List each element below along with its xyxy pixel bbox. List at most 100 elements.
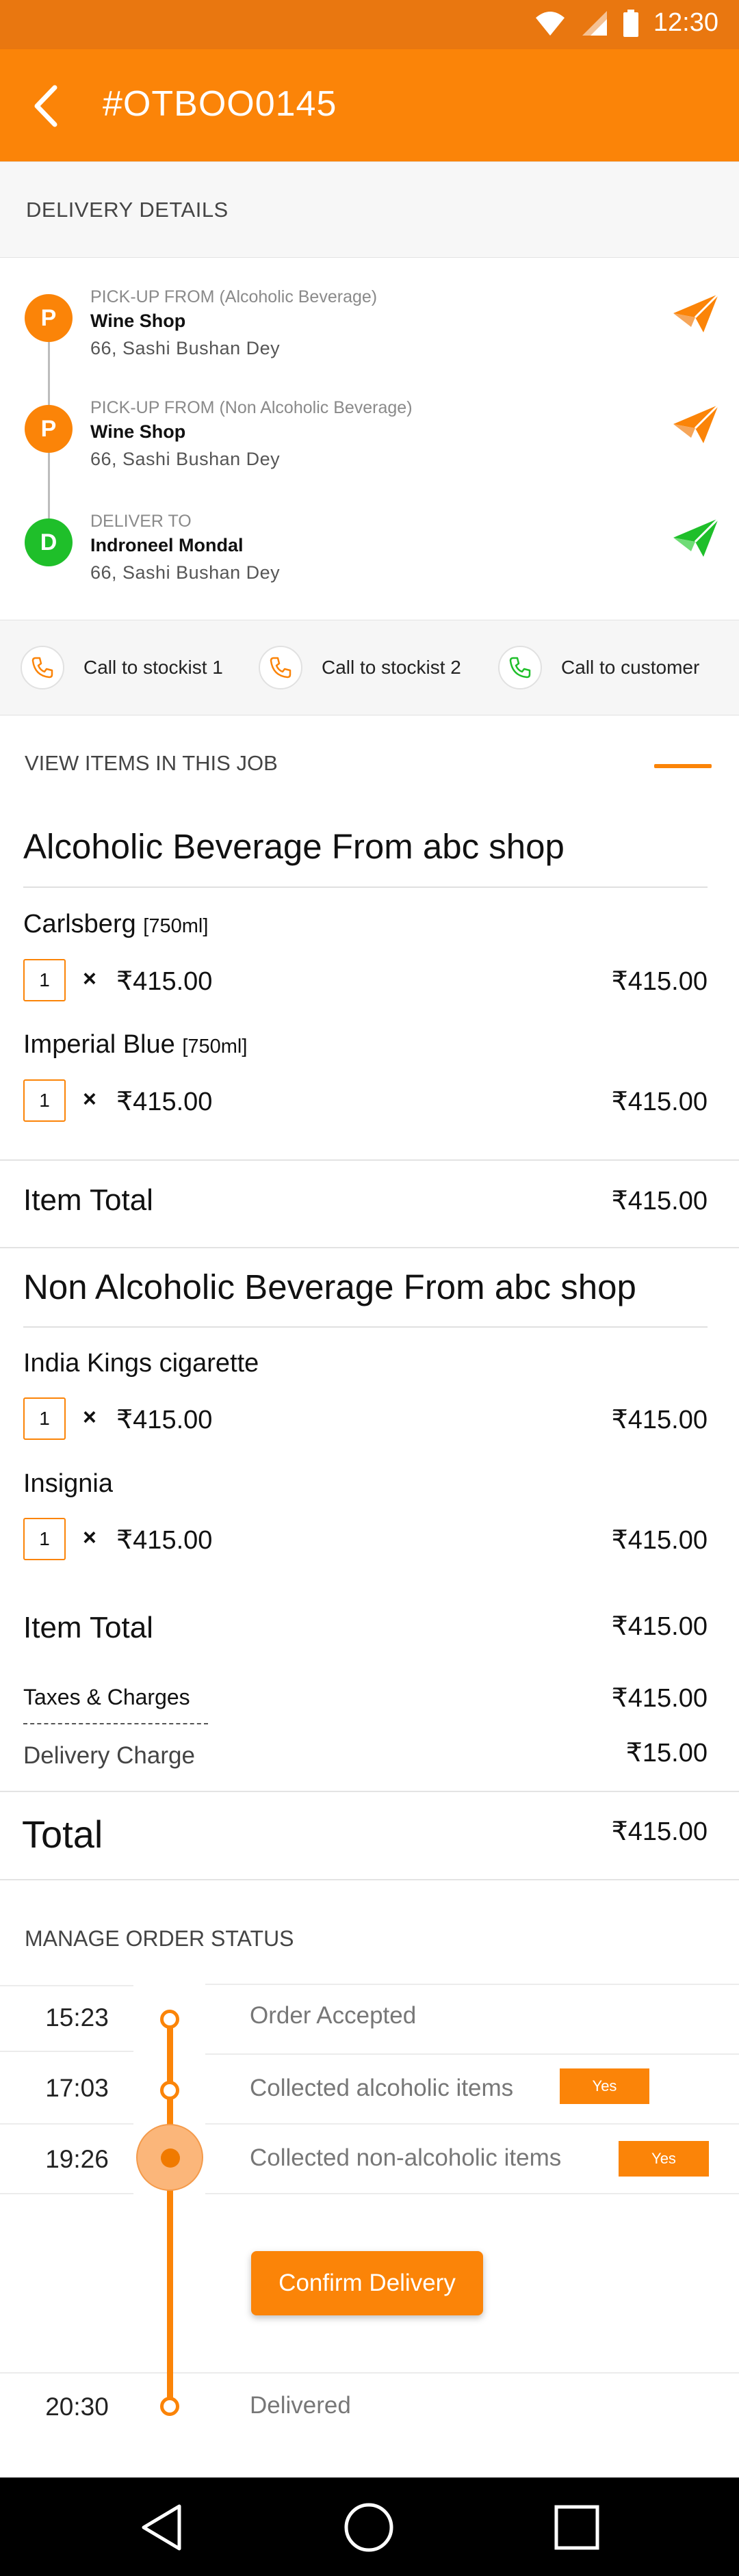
quantity-box[interactable]: 1	[23, 1518, 66, 1560]
call-customer-button[interactable]: Call to customer	[498, 645, 699, 690]
step-label: Delivered	[250, 2392, 351, 2419]
delivery-charge-value: ₹15.00	[625, 1739, 708, 1767]
item-total-label: Item Total	[23, 1183, 153, 1217]
group-title: Alcoholic Beverage From abc shop	[23, 827, 565, 866]
recents-square-icon[interactable]	[554, 2505, 599, 2550]
call-label: Call to stockist 2	[322, 657, 461, 678]
item-name: Insignia	[23, 1469, 113, 1498]
divider	[0, 1247, 739, 1248]
row-divider	[205, 1984, 739, 1985]
phone-icon	[498, 646, 542, 689]
multiply-icon: ×	[83, 1525, 96, 1551]
row-divider	[0, 2051, 133, 2052]
navigate-icon[interactable]	[672, 293, 720, 334]
line-amount: ₹415.00	[611, 1088, 708, 1116]
row-divider	[205, 2193, 739, 2194]
divider	[0, 1159, 739, 1161]
line-amount: ₹415.00	[611, 967, 708, 996]
back-triangle-icon[interactable]	[140, 2503, 183, 2551]
pickup-badge: P	[25, 405, 73, 453]
delivery-details-header: DELIVERY DETAILS	[0, 161, 739, 258]
item-total-value: ₹415.00	[611, 1187, 708, 1215]
timeline-spine	[167, 2019, 173, 2409]
divider	[0, 1879, 739, 1880]
line-amount: ₹415.00	[611, 1526, 708, 1555]
unit-price: ₹415.00	[116, 967, 213, 996]
stop-address: 66, Sashi Bushan Dey	[90, 338, 281, 358]
step-label: Collected non-alcoholic items	[250, 2144, 562, 2171]
stop-name: Wine Shop	[90, 311, 186, 331]
call-bar: Call to stockist 1 Call to stockist 2 Ca…	[0, 620, 739, 715]
navigate-icon[interactable]	[672, 517, 720, 558]
multiply-icon: ×	[83, 1086, 96, 1112]
stop-name: Indroneel Mondal	[90, 535, 244, 555]
grand-total-value: ₹415.00	[611, 1817, 708, 1846]
row-divider	[0, 2372, 739, 2374]
item-total-label: Item Total	[23, 1611, 153, 1644]
collapse-toggle[interactable]	[654, 764, 712, 768]
row-divider	[0, 2193, 133, 2194]
divider	[23, 886, 708, 888]
quantity-box[interactable]: 1	[23, 1079, 66, 1122]
delivery-charge-label: Delivery Charge	[23, 1742, 195, 1769]
item-name: India Kings cigarette	[23, 1349, 259, 1378]
back-arrow-icon[interactable]	[27, 82, 68, 130]
quantity-box[interactable]: 1	[23, 959, 66, 1001]
item-size: [750ml]	[143, 915, 209, 937]
app-bar: #OTBOO0145	[0, 49, 739, 161]
navigate-icon[interactable]	[672, 404, 720, 445]
dashed-divider	[23, 1723, 208, 1724]
confirm-delivery-button[interactable]: Confirm Delivery	[251, 2251, 483, 2315]
stop-kind: PICK-UP FROM (Alcoholic Beverage)	[90, 287, 378, 306]
status-bar: 12:30	[0, 0, 739, 49]
yes-button[interactable]: Yes	[619, 2141, 709, 2177]
navigation-bar	[0, 2478, 739, 2576]
divider	[23, 1326, 708, 1328]
wifi-icon	[535, 11, 565, 36]
row-divider	[205, 2053, 739, 2055]
step-label: Order Accepted	[250, 2002, 417, 2029]
clock: 12:30	[653, 8, 718, 37]
step-time: 15:23	[45, 2003, 109, 2032]
unit-price: ₹415.00	[116, 1088, 213, 1116]
order-id-title: #OTBOO0145	[103, 84, 337, 124]
stop-address: 66, Sashi Bushan Dey	[90, 562, 281, 583]
line-amount: ₹415.00	[611, 1406, 708, 1434]
multiply-icon: ×	[83, 1404, 96, 1430]
signal-icon	[582, 10, 607, 36]
stop-address: 66, Sashi Bushan Dey	[90, 449, 281, 469]
call-label: Call to customer	[561, 657, 700, 678]
home-circle-icon[interactable]	[343, 2502, 394, 2553]
stop-name: Wine Shop	[90, 421, 186, 442]
delivery-details-heading: DELIVERY DETAILS	[26, 198, 229, 222]
unit-price: ₹415.00	[116, 1406, 213, 1434]
item-total-value: ₹415.00	[611, 1612, 708, 1641]
item-name: Carlsberg [750ml]	[23, 910, 209, 938]
timeline-dot	[160, 2081, 179, 2100]
pickup-stop-alcoholic: P PICK-UP FROM (Alcoholic Beverage) Wine…	[0, 274, 739, 376]
quantity-box[interactable]: 1	[23, 1397, 66, 1440]
unit-price: ₹415.00	[116, 1526, 213, 1555]
timeline-dot	[160, 2397, 179, 2416]
step-time: 17:03	[45, 2074, 109, 2102]
manage-order-heading: MANAGE ORDER STATUS	[25, 1926, 294, 1951]
timeline-dot	[160, 2010, 179, 2029]
call-stockist-1-button[interactable]: Call to stockist 1	[21, 645, 223, 690]
grand-total-label: Total	[22, 1813, 103, 1856]
divider	[0, 1791, 739, 1792]
pickup-badge: P	[25, 294, 73, 342]
item-size: [750ml]	[182, 1036, 248, 1057]
step-label: Collected alcoholic items	[250, 2075, 514, 2101]
taxes-value: ₹415.00	[611, 1684, 708, 1713]
view-items-heading: VIEW ITEMS IN THIS JOB	[25, 751, 278, 775]
multiply-icon: ×	[83, 966, 96, 992]
item-name: Imperial Blue [750ml]	[23, 1030, 248, 1059]
stop-kind: PICK-UP FROM (Non Alcoholic Beverage)	[90, 398, 413, 417]
phone-icon	[259, 646, 302, 689]
yes-button[interactable]: Yes	[560, 2068, 649, 2104]
taxes-label: Taxes & Charges	[23, 1685, 190, 1709]
row-divider	[205, 2123, 739, 2125]
deliver-to-stop: D DELIVER TO Indroneel Mondal 66, Sashi …	[0, 498, 739, 601]
group-title: Non Alcoholic Beverage From abc shop	[23, 1267, 636, 1306]
call-stockist-2-button[interactable]: Call to stockist 2	[259, 645, 461, 690]
